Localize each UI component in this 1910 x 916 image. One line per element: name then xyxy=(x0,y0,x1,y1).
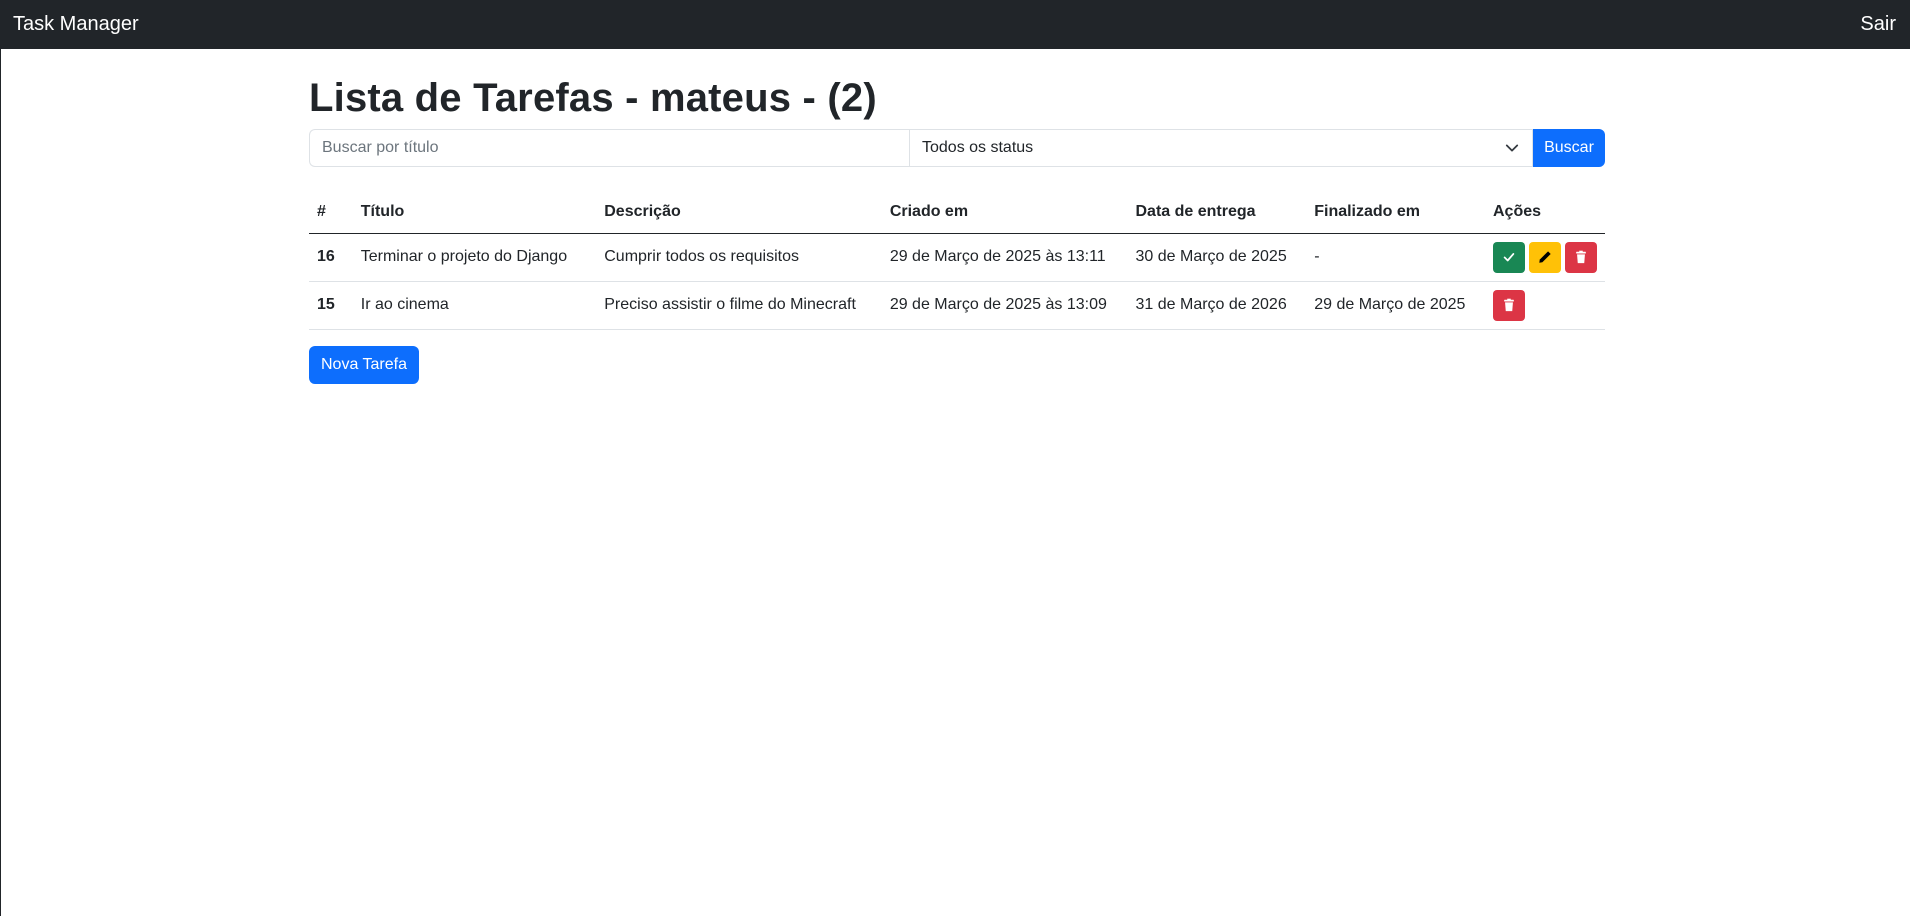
new-task-button[interactable]: Nova Tarefa xyxy=(309,345,419,384)
trash-icon xyxy=(1504,298,1514,312)
status-select[interactable]: Todos os status xyxy=(909,129,1533,167)
row-finished: - xyxy=(1306,233,1485,282)
chevron-down-icon xyxy=(1504,140,1520,156)
task-table: # Título Descrição Criado em Data de ent… xyxy=(309,192,1605,330)
search-input[interactable] xyxy=(309,129,909,167)
search-button[interactable]: Buscar xyxy=(1533,129,1605,167)
page: Task Manager Sair Lista de Tarefas - mat… xyxy=(0,0,1910,916)
logout-link[interactable]: Sair xyxy=(1860,13,1896,36)
row-id: 16 xyxy=(309,233,353,282)
table-row: 15 Ir ao cinema Preciso assistir o filme… xyxy=(309,281,1605,330)
row-title: Terminar o projeto do Django xyxy=(352,233,597,282)
header-due: Data de entrega xyxy=(1127,192,1307,234)
delete-button[interactable] xyxy=(1565,241,1597,273)
navbar: Task Manager Sair xyxy=(1,0,1910,49)
row-actions xyxy=(1485,281,1605,330)
header-id: # xyxy=(309,192,353,234)
brand-link[interactable]: Task Manager xyxy=(13,13,139,36)
header-created: Criado em xyxy=(881,192,1128,234)
row-description: Cumprir todos os requisitos xyxy=(596,233,882,282)
check-icon xyxy=(1503,253,1515,262)
actions-group xyxy=(1493,241,1597,273)
header-description: Descrição xyxy=(596,192,882,234)
row-finished: 29 de Março de 2025 xyxy=(1306,281,1485,330)
pencil-icon xyxy=(1539,251,1551,263)
row-created: 29 de Março de 2025 às 13:11 xyxy=(881,233,1128,282)
header-title: Título xyxy=(352,192,597,234)
row-description: Preciso assistir o filme do Minecraft xyxy=(596,281,882,330)
main-container: Lista de Tarefas - mateus - (2) Todos os… xyxy=(309,49,1605,384)
row-due: 30 de Março de 2025 xyxy=(1127,233,1307,282)
row-id: 15 xyxy=(309,281,353,330)
row-due: 31 de Março de 2026 xyxy=(1127,281,1307,330)
edit-button[interactable] xyxy=(1529,241,1561,273)
table-row: 16 Terminar o projeto do Django Cumprir … xyxy=(309,233,1605,282)
table-header-row: # Título Descrição Criado em Data de ent… xyxy=(309,192,1605,234)
delete-button[interactable] xyxy=(1493,289,1525,321)
page-title: Lista de Tarefas - mateus - (2) xyxy=(309,76,877,120)
header-finished: Finalizado em xyxy=(1306,192,1485,234)
trash-icon xyxy=(1576,250,1586,264)
row-created: 29 de Março de 2025 às 13:09 xyxy=(881,281,1128,330)
row-title: Ir ao cinema xyxy=(352,281,597,330)
row-actions xyxy=(1485,233,1605,282)
complete-button[interactable] xyxy=(1493,241,1525,273)
status-select-value: Todos os status xyxy=(922,139,1034,156)
header-actions: Ações xyxy=(1485,192,1605,234)
actions-group xyxy=(1493,289,1597,321)
filter-bar: Todos os status Buscar xyxy=(309,129,1605,167)
